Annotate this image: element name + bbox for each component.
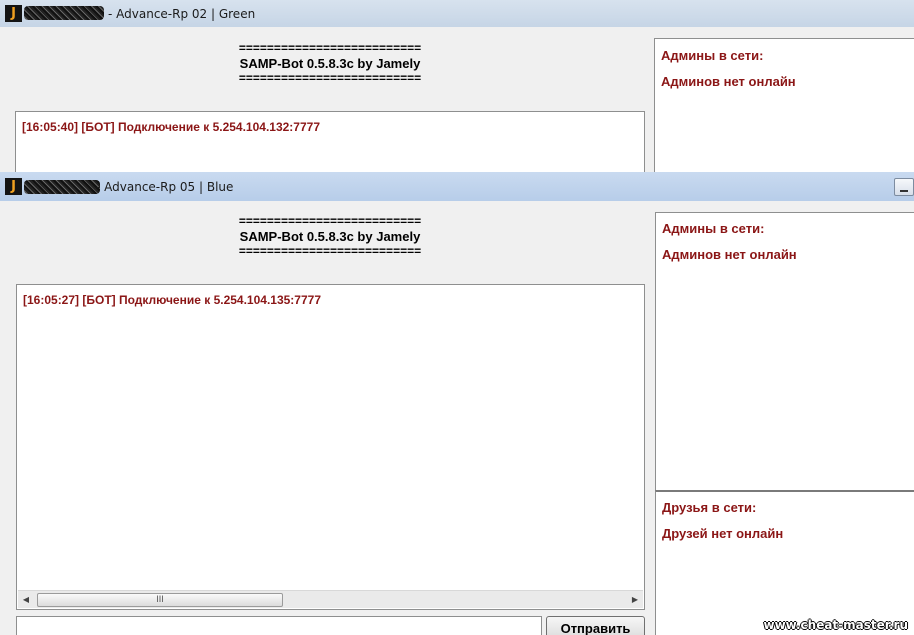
- bot-header: ========================== SAMP-Bot 0.5.…: [160, 42, 500, 85]
- admins-panel: Админы в сети: Админов нет онлайн: [654, 38, 914, 172]
- window-advance-rp-02[interactable]: J - Advance-Rp 02 | Green ==============…: [0, 0, 914, 172]
- header-separator-top: ==========================: [238, 214, 422, 228]
- admins-title: Админы в сети:: [662, 221, 765, 236]
- chevron-left-icon[interactable]: ◀: [18, 591, 34, 608]
- minimize-icon[interactable]: [894, 178, 914, 196]
- window-title: - Advance-Rp 05 | Blue: [96, 180, 234, 194]
- chevron-right-icon[interactable]: ▶: [627, 591, 643, 608]
- horizontal-scrollbar[interactable]: ◀ III ▶: [18, 590, 643, 608]
- titlebar[interactable]: J - Advance-Rp 05 | Blue: [0, 172, 914, 201]
- window-title: - Advance-Rp 02 | Green: [108, 7, 256, 21]
- chat-line: [16:05:40] [БОТ] Подключение к 5.254.104…: [22, 120, 321, 134]
- redacted-name: [24, 180, 100, 194]
- bot-name: SAMP-Bot 0.5.8.3c by Jamely: [239, 56, 421, 71]
- friends-panel: Друзья в сети: Друзей нет онлайн: [655, 490, 914, 635]
- bot-header: ========================== SAMP-Bot 0.5.…: [160, 215, 500, 258]
- scroll-thumb[interactable]: III: [37, 593, 283, 607]
- send-button[interactable]: Отправить: [546, 616, 645, 635]
- friends-status: Друзей нет онлайн: [662, 526, 784, 541]
- chat-log[interactable]: [16:05:27] [БОТ] Подключение к 5.254.104…: [16, 284, 645, 610]
- admins-status: Админов нет онлайн: [662, 247, 797, 262]
- app-icon: J: [5, 178, 22, 195]
- admins-title: Админы в сети:: [661, 48, 764, 63]
- admins-panel: Админы в сети: Админов нет онлайн: [655, 212, 914, 492]
- admins-status: Админов нет онлайн: [661, 74, 796, 89]
- watermark: www.cheat-master.ru: [763, 618, 908, 632]
- header-separator-top: ==========================: [238, 41, 422, 55]
- header-separator-bottom: ==========================: [238, 71, 422, 85]
- friends-title: Друзья в сети:: [662, 500, 757, 515]
- redacted-name: [24, 6, 104, 20]
- bot-name: SAMP-Bot 0.5.8.3c by Jamely: [239, 229, 421, 244]
- titlebar[interactable]: J - Advance-Rp 02 | Green: [0, 0, 914, 27]
- chat-log[interactable]: [16:05:40] [БОТ] Подключение к 5.254.104…: [15, 111, 645, 172]
- chat-line: [16:05:27] [БОТ] Подключение к 5.254.104…: [23, 293, 322, 307]
- window-advance-rp-05[interactable]: J - Advance-Rp 05 | Blue ===============…: [0, 172, 914, 635]
- header-separator-bottom: ==========================: [238, 244, 422, 258]
- app-icon: J: [5, 5, 22, 22]
- message-input[interactable]: [16, 616, 542, 635]
